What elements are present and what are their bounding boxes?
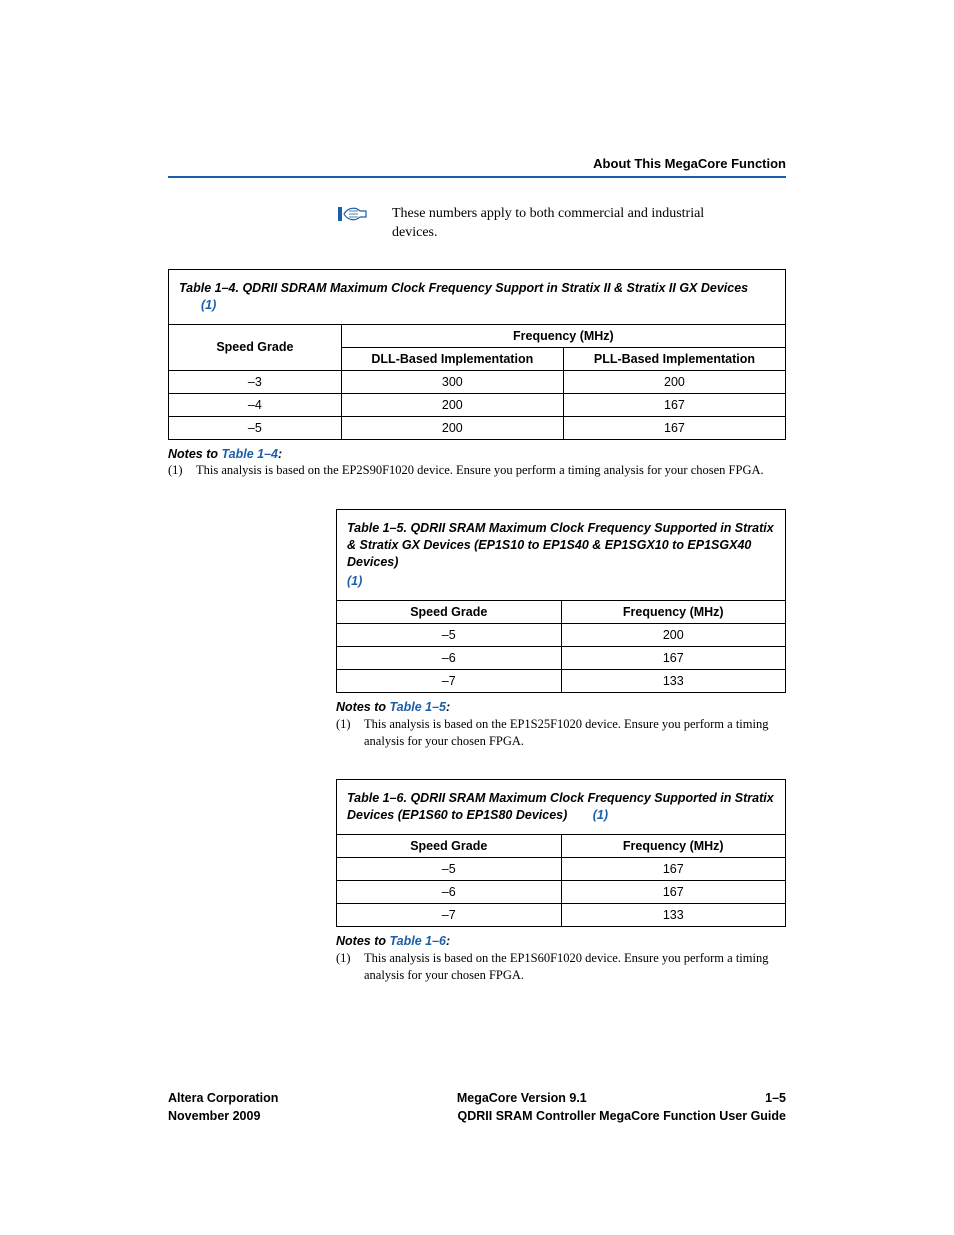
cell-dll: 200	[341, 393, 563, 416]
header-section-title: About This MegaCore Function	[593, 156, 786, 171]
notes-suffix: :	[446, 700, 450, 714]
notes-prefix: Notes to	[336, 700, 389, 714]
table-row: –4 200 167	[169, 393, 786, 416]
table-1-6-caption: Table 1–6. QDRII SRAM Maximum Clock Freq…	[336, 779, 786, 834]
footer-guide-title: QDRII SRAM Controller MegaCore Function …	[260, 1108, 786, 1126]
table-row: Speed Grade Frequency (MHz)	[169, 324, 786, 347]
col-dll: DLL-Based Implementation	[341, 347, 563, 370]
notes-suffix: :	[278, 447, 282, 461]
notes-link[interactable]: Table 1–6	[389, 934, 446, 948]
table-row: Speed Grade Frequency (MHz)	[337, 835, 786, 858]
cell-freq: 200	[561, 623, 786, 646]
table-1-4-caption-ref[interactable]: (1)	[201, 298, 216, 312]
notes-item: (1) This analysis is based on the EP1S25…	[336, 716, 786, 750]
table-row: –5 200 167	[169, 416, 786, 439]
cell-grade: –6	[337, 881, 562, 904]
notes-item: (1) This analysis is based on the EP2S90…	[168, 462, 786, 479]
table-1-5-caption: Table 1–5. QDRII SRAM Maximum Clock Freq…	[336, 509, 786, 600]
note-number: (1)	[168, 462, 196, 479]
table-1-4-notes: Notes to Table 1–4: (1) This analysis is…	[168, 446, 786, 480]
col-frequency: Frequency (MHz)	[561, 835, 786, 858]
table-1-5-caption-text: Table 1–5. QDRII SRAM Maximum Clock Freq…	[347, 521, 774, 569]
table-1-6-caption-ref[interactable]: (1)	[593, 808, 608, 822]
notes-item: (1) This analysis is based on the EP1S60…	[336, 950, 786, 984]
cell-dll: 200	[341, 416, 563, 439]
notes-suffix: :	[446, 934, 450, 948]
note-text: This analysis is based on the EP2S90F102…	[196, 462, 786, 479]
table-1-4-caption: Table 1–4. QDRII SDRAM Maximum Clock Fre…	[168, 269, 786, 324]
notes-prefix: Notes to	[168, 447, 221, 461]
hand-pointer-icon	[338, 205, 368, 223]
footer-row-1: Altera Corporation MegaCore Version 9.1 …	[168, 1090, 786, 1108]
page: About This MegaCore Function These numbe…	[0, 0, 954, 1235]
col-speed-grade: Speed Grade	[337, 835, 562, 858]
col-frequency: Frequency (MHz)	[561, 600, 786, 623]
note-text: This analysis is based on the EP1S25F102…	[364, 716, 786, 750]
page-footer: Altera Corporation MegaCore Version 9.1 …	[168, 1090, 786, 1125]
cell-dll: 300	[341, 370, 563, 393]
cell-grade: –5	[169, 416, 342, 439]
footer-company: Altera Corporation	[168, 1090, 278, 1108]
table-1-6-notes: Notes to Table 1–6: (1) This analysis is…	[336, 933, 786, 984]
table-1-5-caption-ref[interactable]: (1)	[347, 573, 775, 590]
table-1-5-notes: Notes to Table 1–5: (1) This analysis is…	[336, 699, 786, 750]
cell-freq: 167	[561, 881, 786, 904]
cell-freq: 133	[561, 904, 786, 927]
footer-version: MegaCore Version 9.1	[278, 1090, 765, 1108]
table-row: Speed Grade Frequency (MHz)	[337, 600, 786, 623]
cell-freq: 167	[561, 858, 786, 881]
footer-date: November 2009	[168, 1108, 260, 1126]
table-1-4-caption-text: Table 1–4. QDRII SDRAM Maximum Clock Fre…	[179, 281, 748, 295]
cell-grade: –5	[337, 623, 562, 646]
notes-heading: Notes to Table 1–5:	[336, 699, 786, 716]
table-1-5: Table 1–5. QDRII SRAM Maximum Clock Freq…	[336, 509, 786, 693]
footer-row-2: November 2009 QDRII SRAM Controller Mega…	[168, 1108, 786, 1126]
cell-freq: 167	[561, 646, 786, 669]
notes-heading: Notes to Table 1–6:	[336, 933, 786, 950]
table-row: –7 133	[337, 904, 786, 927]
note-row: These numbers apply to both commercial a…	[168, 205, 786, 243]
notes-heading: Notes to Table 1–4:	[168, 446, 786, 463]
table-row: –3 300 200	[169, 370, 786, 393]
table-row: –6 167	[337, 646, 786, 669]
col-speed-grade: Speed Grade	[169, 324, 342, 370]
cell-grade: –3	[169, 370, 342, 393]
cell-pll: 200	[563, 370, 785, 393]
note-number: (1)	[336, 950, 364, 984]
cell-freq: 133	[561, 669, 786, 692]
header-rule	[168, 176, 786, 178]
footer-page-number: 1–5	[765, 1090, 786, 1108]
cell-grade: –5	[337, 858, 562, 881]
table-row: –5 200	[337, 623, 786, 646]
cell-pll: 167	[563, 393, 785, 416]
table-1-6: Table 1–6. QDRII SRAM Maximum Clock Freq…	[336, 779, 786, 927]
table-1-4: Table 1–4. QDRII SDRAM Maximum Clock Fre…	[168, 269, 786, 440]
cell-pll: 167	[563, 416, 785, 439]
col-pll: PLL-Based Implementation	[563, 347, 785, 370]
note-text: This analysis is based on the EP1S60F102…	[364, 950, 786, 984]
col-frequency: Frequency (MHz)	[341, 324, 785, 347]
notes-link[interactable]: Table 1–4	[221, 447, 278, 461]
note-number: (1)	[336, 716, 364, 750]
notes-prefix: Notes to	[336, 934, 389, 948]
table-row: –5 167	[337, 858, 786, 881]
table-1-6-caption-text: Table 1–6. QDRII SRAM Maximum Clock Freq…	[347, 791, 774, 822]
cell-grade: –7	[337, 669, 562, 692]
cell-grade: –6	[337, 646, 562, 669]
col-speed-grade: Speed Grade	[337, 600, 562, 623]
table-row: –6 167	[337, 881, 786, 904]
notes-link[interactable]: Table 1–5	[389, 700, 446, 714]
note-text: These numbers apply to both commercial a…	[392, 205, 752, 243]
table-row: –7 133	[337, 669, 786, 692]
cell-grade: –4	[169, 393, 342, 416]
cell-grade: –7	[337, 904, 562, 927]
